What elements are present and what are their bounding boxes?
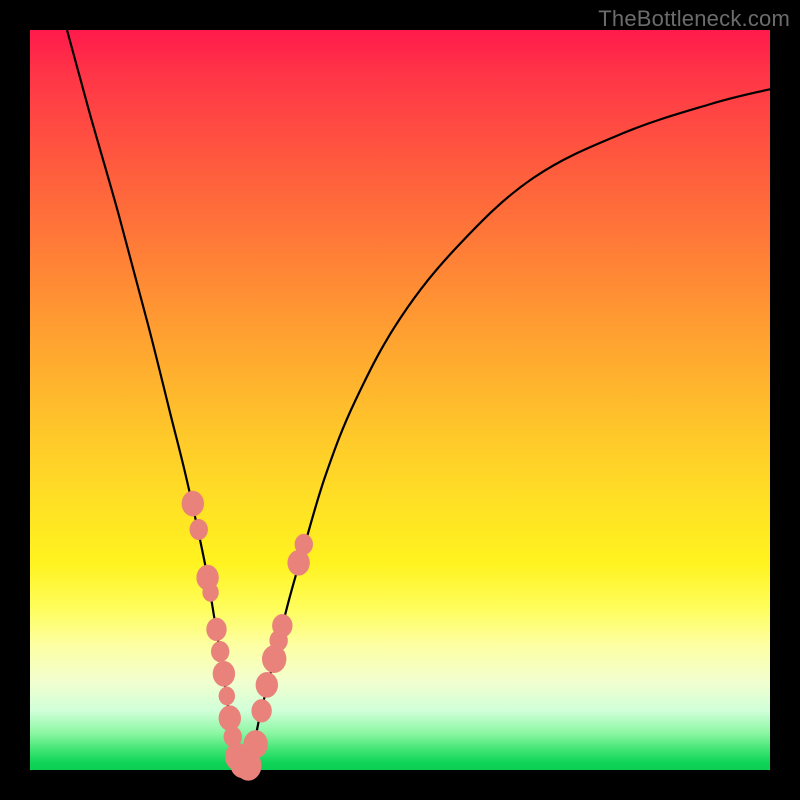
curve-marker: [190, 519, 208, 540]
bottleneck-curve: [67, 30, 770, 770]
curve-marker: [203, 583, 219, 601]
curve-marker: [213, 661, 235, 686]
curve-marker: [206, 618, 226, 641]
curve-marker: [256, 672, 278, 697]
curve-marker: [272, 614, 292, 637]
markers-group: [182, 491, 313, 781]
bottleneck-curve-svg: [30, 30, 770, 770]
curve-marker: [182, 491, 204, 516]
chart-frame: TheBottleneck.com: [0, 0, 800, 800]
curve-marker: [244, 730, 268, 758]
curve-marker: [252, 699, 272, 722]
curve-marker: [219, 687, 235, 705]
curve-marker: [295, 534, 313, 555]
curve-marker: [211, 641, 229, 662]
plot-area: [30, 30, 770, 770]
watermark-text: TheBottleneck.com: [598, 6, 790, 32]
